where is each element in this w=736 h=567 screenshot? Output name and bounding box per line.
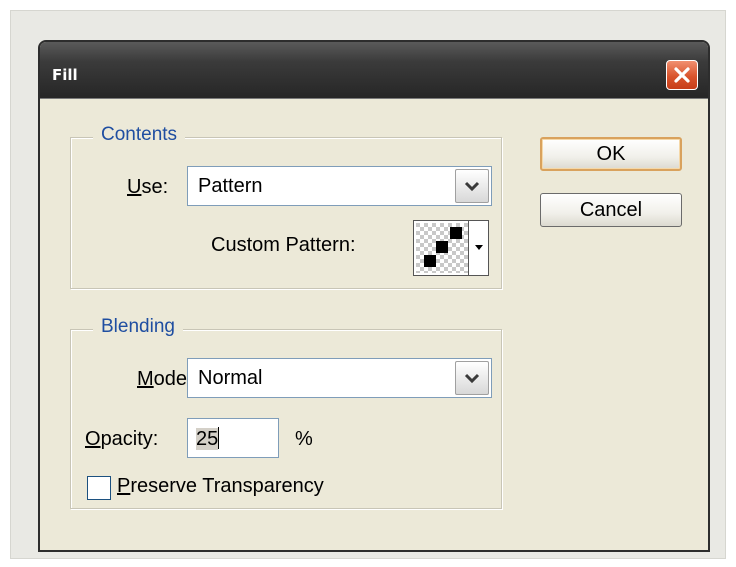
mode-label: Mode: (137, 368, 193, 390)
close-x-icon (674, 67, 690, 83)
use-select-value: Pattern (198, 175, 263, 197)
chevron-down-icon (464, 373, 480, 384)
contents-legend: Contents (93, 124, 186, 146)
checker-pattern-icon (416, 223, 468, 273)
preserve-transparency-label[interactable]: Preserve Transparency (117, 475, 324, 498)
title-bar[interactable]: Fill (40, 42, 708, 98)
custom-pattern-label: Custom Pattern: (211, 234, 356, 256)
text-caret (218, 427, 220, 449)
ok-button[interactable]: OK (540, 137, 682, 171)
chevron-down-icon (464, 181, 480, 192)
mode-dropdown-button[interactable] (455, 361, 489, 395)
opacity-input[interactable]: 25 (187, 418, 279, 458)
blending-group: Blending Mode: Normal Opacity: 25 % Pres… (70, 316, 502, 509)
opacity-label: Opacity: (85, 428, 159, 450)
fill-dialog: Fill Contents Use: Pattern Custom Patter… (38, 40, 710, 552)
use-select[interactable]: Pattern (187, 166, 492, 206)
close-button[interactable] (666, 60, 698, 90)
mode-select[interactable]: Normal (187, 358, 492, 398)
dialog-body: Contents Use: Pattern Custom Pattern: Bl… (40, 98, 708, 550)
caret-down-icon (474, 245, 483, 250)
cancel-button[interactable]: Cancel (540, 193, 682, 227)
use-dropdown-button[interactable] (455, 169, 489, 203)
use-label: Use: (127, 176, 169, 198)
contents-group: Contents Use: Pattern Custom Pattern: (70, 124, 502, 289)
dialog-title: Fill (52, 66, 78, 84)
blending-legend: Blending (93, 316, 183, 338)
preserve-transparency-checkbox[interactable] (87, 476, 111, 500)
opacity-value: 25 (196, 428, 219, 450)
custom-pattern-picker[interactable] (413, 220, 489, 276)
opacity-unit: % (295, 428, 313, 450)
mode-select-value: Normal (198, 367, 263, 389)
pattern-dropdown-button[interactable] (468, 221, 488, 275)
